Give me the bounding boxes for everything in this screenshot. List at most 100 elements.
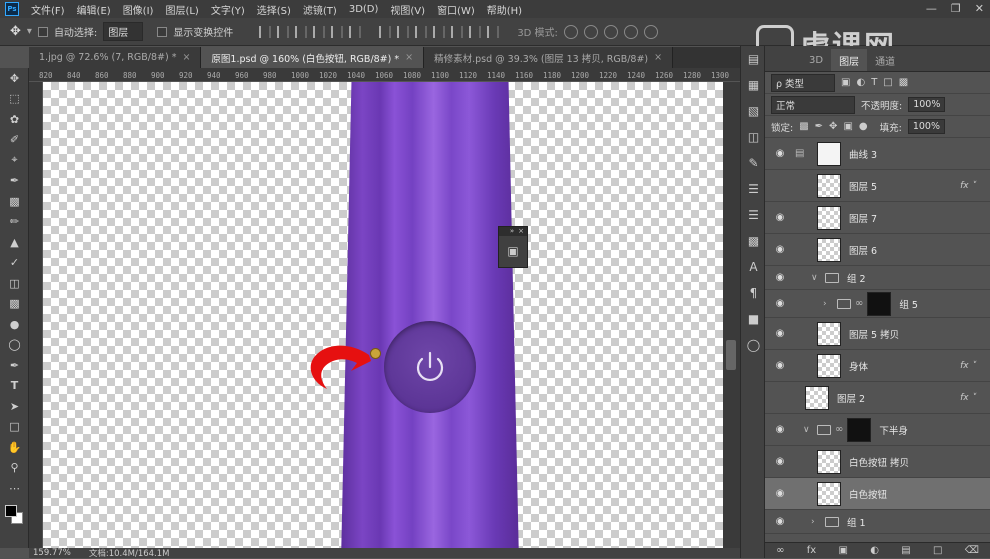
close-icon[interactable]: × (518, 227, 524, 236)
minimize-icon[interactable]: — (926, 2, 937, 15)
align-right-icon[interactable] (349, 25, 362, 38)
filter-adjust-icon[interactable]: ◐ (856, 77, 865, 88)
eye-icon[interactable]: ◉ (765, 180, 795, 191)
eye-icon[interactable]: ◉ (765, 360, 795, 371)
tab-3d[interactable]: 3D (801, 49, 831, 71)
adjustments-icon[interactable]: ◫ (741, 124, 766, 150)
marquee-icon[interactable]: ⬚ (0, 89, 29, 110)
close-icon[interactable]: ✕ (975, 2, 984, 15)
chevron-down-icon[interactable]: ∨ (811, 273, 821, 283)
eye-icon[interactable]: ◉ (765, 244, 795, 255)
layer-row[interactable]: ◉ 图层 7 (765, 202, 990, 234)
document-canvas[interactable] (43, 82, 723, 548)
group-row[interactable]: ◉ ∨ 组 2 (765, 266, 990, 290)
close-icon[interactable]: × (654, 52, 662, 63)
adjustment-add-icon[interactable]: ◐ (870, 545, 879, 556)
new-layer-icon[interactable]: □ (933, 545, 942, 556)
close-icon[interactable]: × (182, 52, 190, 63)
lock-all-icon[interactable]: ● (859, 121, 868, 132)
lock-pixels-icon[interactable]: ✒ (815, 121, 823, 132)
align-top-icon[interactable] (259, 25, 272, 38)
chevron-down-icon[interactable]: ∨ (803, 425, 813, 435)
properties-icon[interactable]: ▣ (499, 236, 527, 266)
distribute-right-icon[interactable] (469, 25, 482, 38)
tab-jingxiu[interactable]: 精修素材.psd @ 39.3% (图层 13 拷贝, RGB/8#) × (424, 47, 674, 68)
menu-file[interactable]: 文件(F) (25, 2, 71, 17)
eye-icon[interactable]: ◉ (765, 328, 795, 339)
distribute-hcenter-icon[interactable] (451, 25, 464, 38)
3d-pan-icon[interactable] (603, 24, 618, 39)
menu-window[interactable]: 窗口(W) (431, 2, 481, 17)
eye-icon[interactable]: ◉ (765, 272, 795, 283)
menu-layer[interactable]: 图层(L) (159, 2, 204, 17)
new-group-icon[interactable]: ▤ (901, 545, 910, 556)
pen-icon[interactable]: ✒ (0, 355, 29, 376)
lock-position-icon[interactable]: ✥ (829, 121, 837, 132)
filter-smart-icon[interactable]: ▩ (899, 77, 908, 88)
3d-slide-icon[interactable] (623, 24, 638, 39)
menu-view[interactable]: 视图(V) (384, 2, 431, 17)
tool-preset-dropdown-icon[interactable]: ▾ (27, 26, 32, 37)
layer-row[interactable]: ◉ 图层 6 (765, 234, 990, 266)
menu-help[interactable]: 帮助(H) (481, 2, 528, 17)
auto-select-checkbox[interactable] (37, 26, 48, 37)
sliders-icon[interactable]: ☰ (741, 176, 766, 202)
3d-scale-icon[interactable] (643, 24, 658, 39)
eye-icon[interactable]: ◉ (765, 392, 795, 403)
eyedropper-icon[interactable]: ✒ (0, 171, 29, 192)
menu-3d[interactable]: 3D(D) (343, 4, 385, 15)
lock-artboard-icon[interactable]: ▣ (843, 121, 852, 132)
hand-icon[interactable]: ✋ (0, 437, 29, 458)
blur-icon[interactable]: ● (0, 314, 29, 335)
layer-row[interactable]: ◉ 身体 fx ˅ (765, 350, 990, 382)
more-tools-icon[interactable]: ⋯ (0, 478, 29, 499)
gradient-icon[interactable]: ▩ (0, 294, 29, 315)
menu-edit[interactable]: 编辑(E) (71, 2, 117, 17)
3d-icon[interactable]: ◯ (741, 332, 766, 358)
distribute-top-icon[interactable] (379, 25, 392, 38)
eye-icon[interactable]: ◉ (765, 298, 795, 309)
transform-controls-checkbox[interactable] (157, 26, 168, 37)
zoom-level[interactable]: 159.77% (33, 548, 71, 558)
glyphs-icon[interactable]: ■ (741, 306, 766, 332)
tab-channels[interactable]: 通道 (867, 49, 903, 71)
layer-row[interactable]: ◉ 白色按钮 拷贝 (765, 446, 990, 478)
histogram-icon[interactable]: ▦ (741, 72, 766, 98)
group-row[interactable]: ◉ › 组 1 (765, 510, 990, 534)
layer-row[interactable]: ◉ 图层 5 fx ˅ (765, 170, 990, 202)
healing-brush-icon[interactable]: ▩ (0, 191, 29, 212)
history-icon[interactable]: ▤ (741, 46, 766, 72)
menu-type[interactable]: 文字(Y) (205, 2, 251, 17)
brush-settings-icon[interactable]: ✎ (741, 150, 766, 176)
3d-roll-icon[interactable] (583, 24, 598, 39)
delete-layer-icon[interactable]: ⌫ (965, 545, 979, 556)
auto-align-icon[interactable] (487, 25, 500, 38)
fx-icon[interactable]: fx ˅ (960, 181, 976, 191)
3d-orbit-icon[interactable] (563, 24, 578, 39)
opacity-input[interactable]: 100% (908, 97, 946, 112)
align-bottom-icon[interactable] (295, 25, 308, 38)
collapse-icon[interactable]: » (510, 227, 514, 236)
dodge-icon[interactable]: ◯ (0, 335, 29, 356)
rectangle-icon[interactable]: □ (0, 417, 29, 438)
chevron-right-icon[interactable]: › (811, 517, 821, 527)
eye-icon[interactable]: ◉ (765, 456, 795, 467)
tab-yuantu[interactable]: 原图1.psd @ 160% (白色按钮, RGB/8#) * × (201, 47, 425, 68)
align-left-icon[interactable] (313, 25, 326, 38)
auto-select-dropdown[interactable]: 图层 (103, 22, 144, 41)
distribute-left-icon[interactable] (433, 25, 446, 38)
clone-stamp-icon[interactable]: ▲ (0, 232, 29, 253)
distribute-bottom-icon[interactable] (415, 25, 428, 38)
layer-row[interactable]: ◉ 图层 5 拷贝 (765, 318, 990, 350)
align-vcenter-icon[interactable] (277, 25, 290, 38)
eye-icon[interactable]: ◉ (765, 212, 795, 223)
clone-source-icon[interactable]: ▩ (741, 228, 766, 254)
type-icon[interactable]: T (0, 376, 29, 397)
layer-row[interactable]: ◉ ▤ 曲线 3 (765, 138, 990, 170)
swatches-icon[interactable]: ▧ (741, 98, 766, 124)
chevron-right-icon[interactable]: › (823, 299, 833, 309)
character-icon[interactable]: A (741, 254, 766, 280)
floating-mini-panel[interactable]: » × ▣ (498, 226, 528, 268)
history-brush-icon[interactable]: ✓ (0, 253, 29, 274)
fx-add-icon[interactable]: fx (807, 545, 816, 556)
